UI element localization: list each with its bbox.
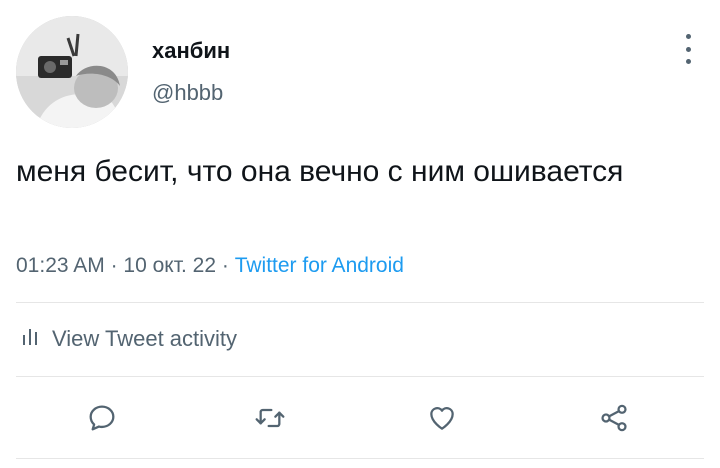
action-bar [0, 396, 720, 440]
tweet-meta: 01:23 AM · 10 окт. 22 · Twitter for Andr… [16, 254, 404, 278]
retweet-icon[interactable] [248, 396, 292, 440]
tweet-date: 10 окт. 22 [123, 254, 217, 277]
share-icon[interactable] [592, 396, 636, 440]
divider [16, 458, 704, 459]
bar-chart-icon [22, 326, 38, 352]
user-handle[interactable]: @hbbb [152, 80, 223, 106]
meta-separator: · [216, 254, 235, 277]
divider [16, 302, 704, 303]
tweet-text: меня бесит, что она вечно с ним ошиваетс… [16, 155, 624, 188]
like-icon[interactable] [420, 396, 464, 440]
tweet-source-link[interactable]: Twitter for Android [235, 254, 404, 277]
view-activity-label: View Tweet activity [52, 326, 238, 351]
reply-icon[interactable] [80, 396, 124, 440]
display-name[interactable]: ханбин [152, 38, 230, 64]
tweet-time: 01:23 AM [16, 254, 105, 277]
view-activity-button[interactable]: View Tweet activity [22, 326, 237, 352]
more-options-icon[interactable] [676, 34, 700, 64]
divider [16, 376, 704, 377]
avatar[interactable] [16, 16, 128, 128]
meta-separator: · [104, 254, 124, 277]
